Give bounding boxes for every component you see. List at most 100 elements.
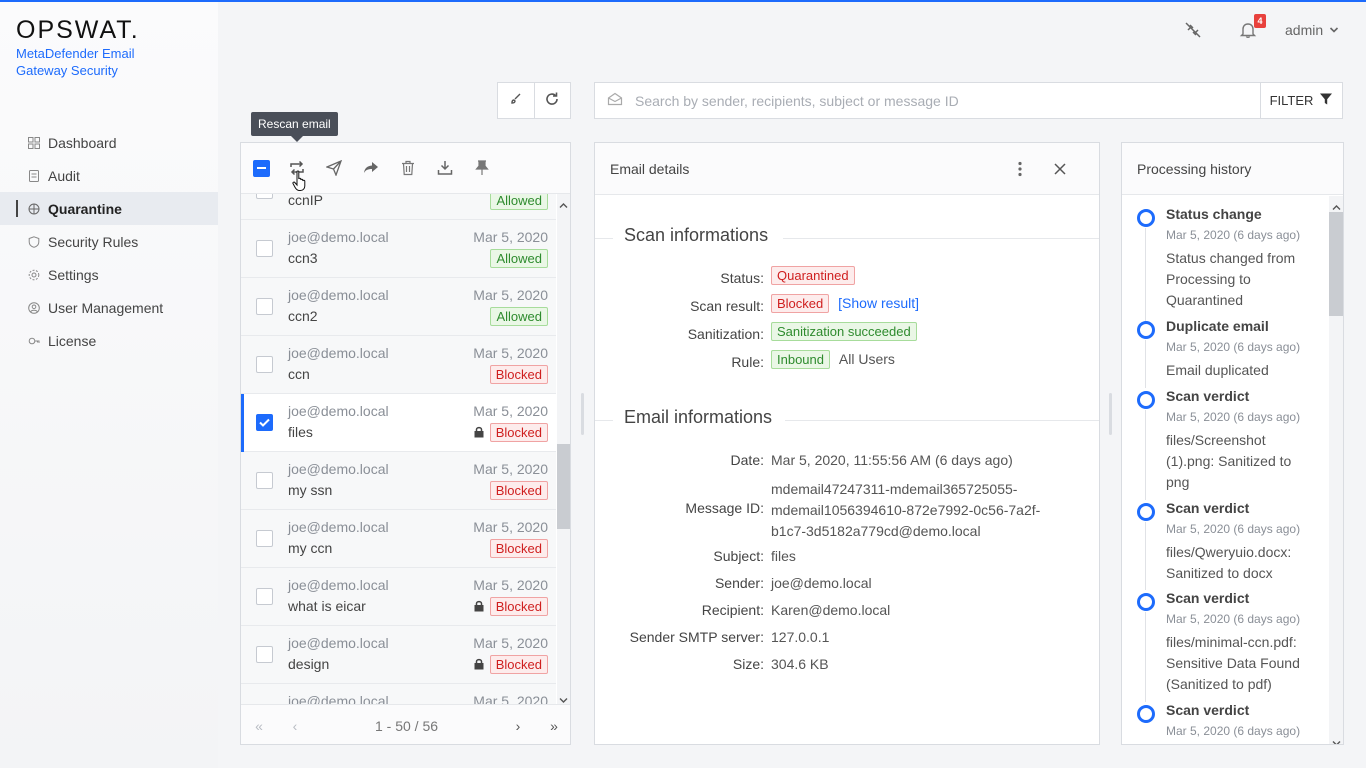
message-id-line: mdemail1056394610-872e7992-0c56-7a2f-	[771, 502, 1041, 518]
message-id-value: mdemail47247311-mdemail365725055- mdemai…	[771, 479, 1040, 542]
status-badge: Quarantined	[771, 266, 855, 285]
user-name: admin	[1285, 22, 1324, 38]
last-page-icon[interactable]: »	[536, 718, 570, 734]
status-badge: Blocked	[489, 423, 548, 442]
table-row[interactable]: joe@demo.local design Mar 5, 2020 Blocke…	[241, 626, 556, 684]
download-icon[interactable]	[435, 158, 455, 178]
send-icon[interactable]	[324, 158, 344, 178]
row-checkbox[interactable]	[256, 356, 273, 373]
sidebar-item-label: Settings	[48, 266, 99, 283]
field-label: Date:	[730, 452, 764, 468]
row-checkbox[interactable]	[256, 588, 273, 605]
timeline-title: Scan verdict	[1166, 702, 1250, 718]
prev-page-icon[interactable]: ‹	[277, 718, 313, 734]
panel-title: Email details	[610, 160, 690, 177]
email-date: Mar 5, 2020	[473, 635, 548, 651]
search-input[interactable]	[635, 92, 1235, 109]
message-id-line: b1c7-3d5182a779cd@demo.local	[771, 523, 981, 539]
email-list-panel: ccnIP Allowed joe@demo.local ccn3 Mar 5,…	[240, 142, 571, 745]
sidebar-item-license[interactable]: License	[0, 324, 218, 357]
user-menu[interactable]: admin	[1285, 22, 1339, 38]
timeline-date: Mar 5, 2020 (6 days ago)	[1166, 228, 1301, 242]
pin-icon[interactable]	[472, 158, 492, 178]
table-row[interactable]: joe@demo.local ccn2 Mar 5, 2020 Allowed	[241, 278, 556, 336]
message-id-line: mdemail47247311-mdemail365725055-	[771, 481, 1018, 497]
history-scrollbar[interactable]	[1329, 196, 1343, 744]
email-subject: ccn2	[288, 308, 318, 324]
select-all-checkbox[interactable]	[253, 159, 270, 177]
scroll-thumb[interactable]	[1329, 212, 1343, 316]
timeline-dot	[1137, 705, 1155, 723]
status-cell: Allowed	[490, 194, 548, 210]
row-checkbox[interactable]	[256, 472, 273, 489]
timeline-date: Mar 5, 2020 (6 days ago)	[1166, 724, 1301, 738]
scroll-thumb[interactable]	[557, 444, 570, 529]
sidebar-item-user-management[interactable]: User Management	[0, 291, 218, 324]
sidebar-item-settings[interactable]: Settings	[0, 258, 218, 291]
email-list: ccnIP Allowed joe@demo.local ccn3 Mar 5,…	[241, 194, 556, 704]
email-subject: ccn	[288, 366, 310, 382]
row-checkbox[interactable]	[256, 646, 273, 663]
email-sender: joe@demo.local	[288, 577, 389, 593]
resize-handle[interactable]	[1109, 393, 1112, 435]
table-row-selected[interactable]: joe@demo.local files Mar 5, 2020 Blocked	[241, 394, 556, 452]
row-checkbox[interactable]	[256, 194, 273, 199]
disconnect-icon[interactable]	[1183, 20, 1203, 40]
first-page-icon[interactable]: «	[241, 718, 277, 734]
sidebar-item-dashboard[interactable]: Dashboard	[0, 126, 218, 159]
email-subject: what is eicar	[288, 598, 366, 614]
filter-button[interactable]: FILTER	[1260, 82, 1343, 119]
row-checkbox[interactable]	[256, 530, 273, 547]
section-title: Scan informations	[624, 225, 769, 245]
scroll-up-icon[interactable]	[559, 196, 568, 212]
table-row[interactable]: joe@demo.local Mar 5, 2020	[241, 684, 556, 704]
sidebar-item-audit[interactable]: Audit	[0, 159, 218, 192]
field-label: Sender SMTP server:	[629, 629, 764, 645]
divider	[783, 238, 1099, 239]
table-row[interactable]: joe@demo.local my ssn Mar 5, 2020 Blocke…	[241, 452, 556, 510]
lock-icon	[474, 657, 484, 673]
row-checkbox[interactable]	[256, 414, 273, 431]
refresh-button[interactable]	[533, 83, 571, 118]
status-badge: Blocked	[489, 365, 548, 384]
recipient-value: Karen@demo.local	[771, 602, 891, 618]
scroll-down-icon[interactable]	[1332, 734, 1341, 744]
more-vertical-icon[interactable]	[1017, 161, 1023, 180]
timeline-desc: Email duplicated	[1166, 362, 1269, 378]
email-subject: ccn3	[288, 250, 318, 266]
timeline-line	[1145, 522, 1146, 590]
page-range: 1 - 50 / 56	[374, 717, 439, 734]
row-checkbox[interactable]	[256, 240, 273, 257]
email-sender: joe@demo.local	[288, 519, 389, 535]
table-row[interactable]: joe@demo.local ccn Mar 5, 2020 Blocked	[241, 336, 556, 394]
list-scrollbar[interactable]	[557, 194, 570, 704]
table-row[interactable]: joe@demo.local ccn3 Mar 5, 2020 Allowed	[241, 220, 556, 278]
timeline-dot	[1137, 593, 1155, 611]
status-badge: Blocked	[489, 655, 548, 674]
rule-value: Inbound All Users	[771, 350, 895, 369]
table-row[interactable]: joe@demo.local my ccn Mar 5, 2020 Blocke…	[241, 510, 556, 568]
close-icon[interactable]	[1054, 162, 1066, 178]
shield-icon	[28, 235, 40, 248]
next-page-icon[interactable]: ›	[500, 718, 536, 734]
timeline-dot	[1137, 391, 1155, 409]
sender-value: joe@demo.local	[771, 575, 872, 591]
opswat-logo[interactable]: OPSWAT.	[16, 16, 140, 45]
trash-icon[interactable]	[398, 158, 418, 178]
sidebar-item-label: Dashboard	[48, 134, 117, 151]
user-icon	[28, 301, 40, 314]
sidebar-item-quarantine[interactable]: Quarantine	[0, 192, 218, 225]
row-checkbox[interactable]	[256, 298, 273, 315]
forward-icon[interactable]	[361, 158, 381, 178]
table-row[interactable]: ccnIP Allowed	[241, 194, 556, 220]
show-result-link[interactable]: [Show result]	[838, 295, 919, 311]
mark-all-button[interactable]	[498, 83, 534, 118]
table-row[interactable]: joe@demo.local what is eicar Mar 5, 2020…	[241, 568, 556, 626]
email-subject: ccnIP	[288, 194, 324, 208]
resize-handle[interactable]	[581, 393, 584, 435]
email-subject: design	[288, 656, 330, 672]
smtp-value: 127.0.0.1	[771, 629, 830, 645]
sidebar-item-security-rules[interactable]: Security Rules	[0, 225, 218, 258]
email-date: Mar 5, 2020	[473, 461, 548, 477]
scan-result-value: Blocked [Show result]	[771, 294, 919, 313]
